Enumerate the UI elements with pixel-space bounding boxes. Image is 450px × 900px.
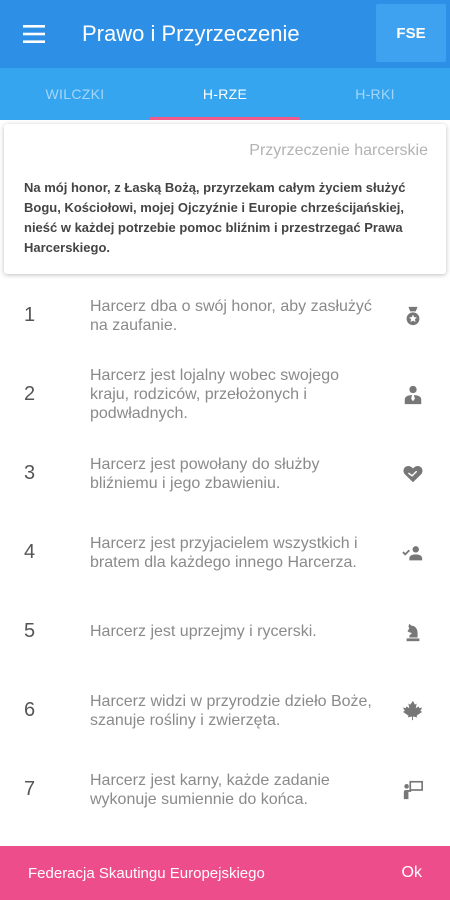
medal-icon	[406, 306, 420, 325]
ok-button[interactable]: Ok	[402, 864, 422, 882]
law-item[interactable]: 5 Harcerz jest uprzejmy i rycerski.	[0, 592, 450, 671]
law-number: 7	[24, 778, 36, 800]
law-text: Harcerz dba o swój honor, aby zasłużyć n…	[90, 297, 372, 334]
law-number: 6	[24, 699, 36, 721]
tab-h-rki[interactable]: H-RKI	[300, 68, 450, 120]
law-item[interactable]: 4 Harcerz jest przyjacielem wszystkich i…	[0, 513, 450, 592]
law-number: 3	[24, 462, 36, 484]
chess-knight-icon	[406, 623, 420, 641]
menu-icon	[23, 25, 45, 43]
person-tie-icon	[404, 385, 422, 404]
tab-bar: WILCZKI H-RZE H-RKI	[0, 68, 450, 120]
law-text: Harcerz jest uprzejmy i rycerski.	[90, 623, 317, 640]
promise-text: Na mój honor, z Łaską Bożą, przyrzekam c…	[24, 180, 406, 255]
law-item[interactable]: 2 Harcerz jest lojalny wobec swojego kra…	[0, 355, 450, 434]
law-item[interactable]: 3 Harcerz jest powołany do służby bliźni…	[0, 434, 450, 513]
law-item[interactable]: 1 Harcerz dba o swój honor, aby zasłużyć…	[0, 276, 450, 355]
law-text: Harcerz jest karny, każde zadanie wykonu…	[90, 771, 330, 808]
menu-button[interactable]	[0, 0, 68, 68]
law-text: Harcerz jest powołany do służby bliźniem…	[90, 455, 320, 492]
law-text: Harcerz jest lojalny wobec swojego kraju…	[90, 367, 339, 422]
group-check-icon	[402, 545, 423, 560]
heart-hands-icon	[403, 465, 423, 482]
presenter-icon	[403, 780, 423, 799]
law-number: 2	[24, 383, 36, 405]
law-list: 1 Harcerz dba o swój honor, aby zasłużyć…	[0, 276, 450, 829]
law-number: 1	[24, 304, 36, 326]
law-text: Harcerz jest przyjacielem wszystkich i b…	[90, 534, 358, 571]
law-number: 4	[24, 541, 36, 563]
law-item[interactable]: 6 Harcerz widzi w przyrodzie dzieło Boże…	[0, 671, 450, 750]
law-item[interactable]: 7 Harcerz jest karny, każde zadanie wyko…	[0, 750, 450, 829]
law-number: 5	[24, 620, 36, 642]
footer-text: Federacja Skautingu Europejskiego	[28, 864, 265, 882]
law-text: Harcerz widzi w przyrodzie dzieło Boże, …	[90, 692, 372, 729]
promise-card: Przyrzeczenie harcerskie Na mój honor, z…	[4, 124, 446, 274]
tab-wilczki[interactable]: WILCZKI	[0, 68, 150, 120]
footer-bar: Federacja Skautingu Europejskiego Ok	[0, 846, 450, 900]
tab-h-rze[interactable]: H-RZE	[150, 68, 300, 120]
promise-title: Przyrzeczenie harcerskie	[249, 142, 428, 159]
app-bar: Prawo i Przyrzeczenie FSE	[0, 0, 450, 68]
fse-button[interactable]: FSE	[376, 4, 446, 62]
maple-leaf-icon	[402, 700, 423, 720]
